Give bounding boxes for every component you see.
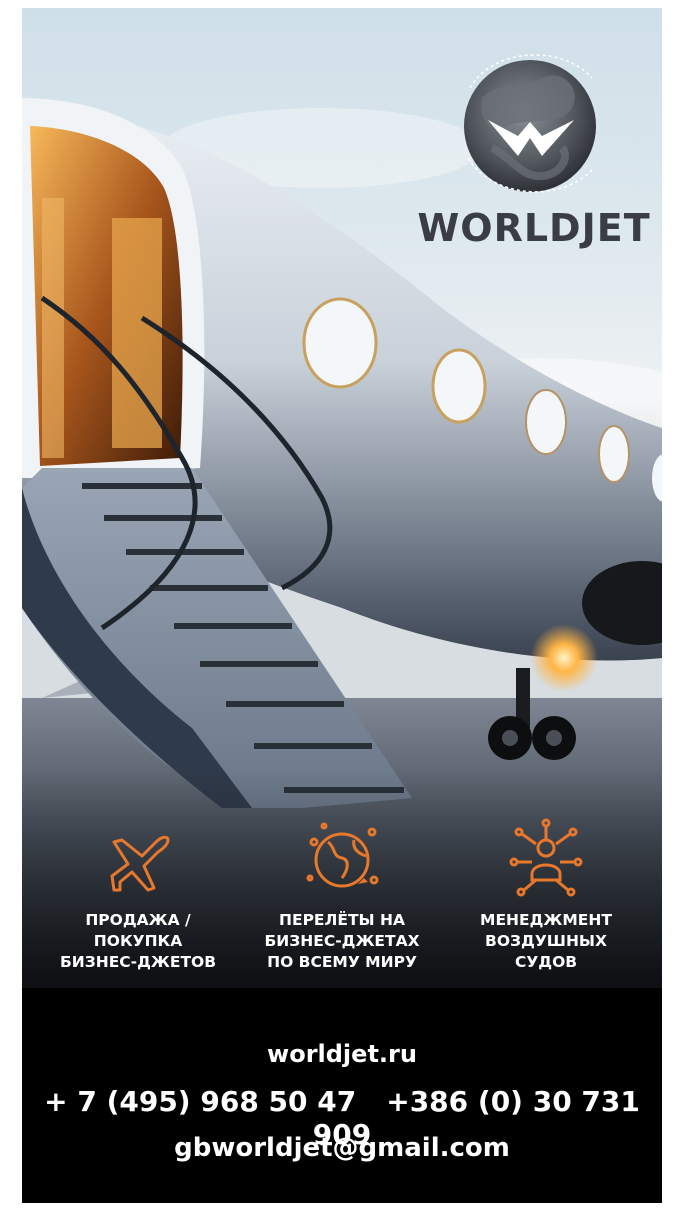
- globe-icon: [306, 822, 379, 888]
- service-label: ПЕРЕЛЁТЫ НА БИЗНЕС-ДЖЕТАХ ПО ВСЕМУ МИРУ: [264, 911, 420, 971]
- poster: WORLDJET ПРОДАЖА / ПОКУПКА БИЗНЕС-ДЖЕТОВ…: [22, 8, 662, 1203]
- service-label: МЕНЕДЖМЕНТ ВОЗДУШНЫХ СУДОВ: [480, 911, 612, 971]
- service-label: ПРОДАЖА / ПОКУПКА БИЗНЕС-ДЖЕТОВ: [59, 911, 217, 971]
- brand-name: WORLDJET: [417, 206, 651, 250]
- email-link[interactable]: gbworldjet@gmail.com: [22, 1133, 662, 1163]
- website-link[interactable]: worldjet.ru: [22, 1040, 662, 1068]
- jet-photo: [22, 8, 662, 1203]
- pilot-network-icon: [509, 818, 583, 897]
- phone-ru[interactable]: + 7 (495) 968 50 47: [44, 1085, 356, 1118]
- airplane-icon: [110, 835, 170, 892]
